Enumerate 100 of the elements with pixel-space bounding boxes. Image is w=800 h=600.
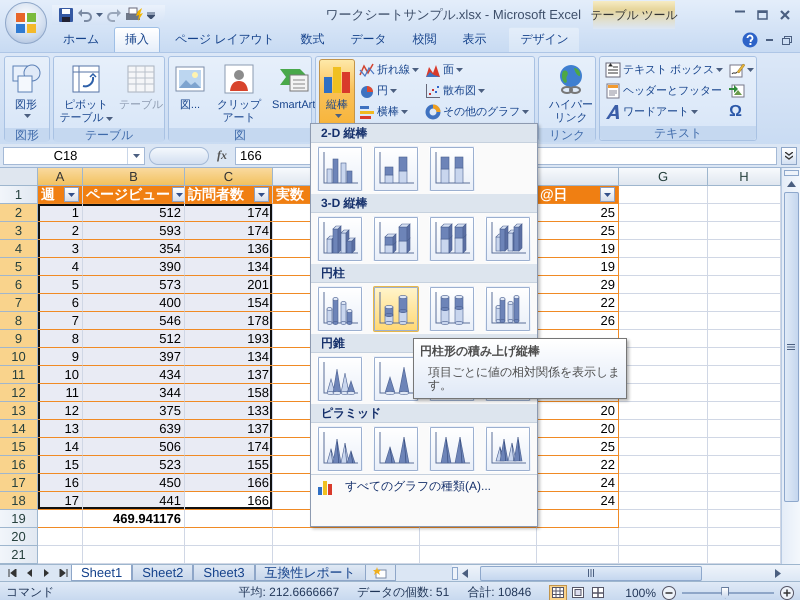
row-header[interactable]: 16 bbox=[0, 456, 38, 474]
ribbon-button[interactable]: 横棒 bbox=[357, 101, 410, 122]
column-header[interactable]: H bbox=[708, 168, 781, 186]
ribbon-button[interactable]: 面 bbox=[423, 59, 465, 80]
ribbon-tab[interactable]: ホーム bbox=[52, 27, 110, 52]
chart-type-button[interactable] bbox=[373, 146, 419, 192]
ribbon-button[interactable]: SmartArt bbox=[270, 59, 318, 126]
table-cell: 6 bbox=[38, 294, 83, 312]
ribbon-tab[interactable]: デザイン bbox=[509, 27, 580, 52]
insert-function-button[interactable]: fx bbox=[213, 148, 231, 163]
chart-type-button[interactable] bbox=[317, 356, 363, 402]
ribbon-button[interactable]: ワードアート bbox=[603, 101, 700, 122]
chart-type-button[interactable] bbox=[485, 426, 531, 472]
scrollbar-thumb[interactable] bbox=[480, 566, 702, 580]
row-header[interactable]: 7 bbox=[0, 294, 38, 312]
ribbon-tab[interactable]: 挿入 bbox=[114, 27, 160, 52]
row-header[interactable]: 9 bbox=[0, 330, 38, 348]
filter-button[interactable] bbox=[254, 187, 269, 202]
scroll-right-icon[interactable] bbox=[774, 568, 782, 578]
view-button[interactable] bbox=[549, 584, 568, 600]
chart-type-button[interactable] bbox=[373, 216, 419, 262]
chart-type-button[interactable] bbox=[485, 216, 531, 262]
filter-button[interactable] bbox=[64, 187, 79, 202]
zoom-level[interactable]: 100% bbox=[625, 586, 656, 600]
caret-icon bbox=[522, 110, 529, 114]
row-header[interactable]: 10 bbox=[0, 348, 38, 366]
scroll-left-icon[interactable] bbox=[461, 568, 469, 578]
ribbon-tab[interactable]: 数式 bbox=[289, 27, 336, 52]
split-box-handle[interactable] bbox=[452, 566, 458, 580]
chart-type-button[interactable] bbox=[429, 146, 475, 192]
sheet-tab[interactable]: Sheet3 bbox=[193, 565, 255, 581]
row-header[interactable]: 21 bbox=[0, 546, 38, 564]
scrollbar-thumb[interactable] bbox=[784, 192, 798, 502]
ribbon-button[interactable]: ヘッダーとフッター bbox=[603, 80, 724, 101]
row-header[interactable]: 20 bbox=[0, 528, 38, 546]
filter-button[interactable] bbox=[600, 187, 615, 202]
filter-button[interactable] bbox=[172, 187, 184, 202]
previous-sheet-icon[interactable] bbox=[25, 569, 34, 577]
row-header[interactable]: 1 bbox=[0, 186, 38, 204]
zoom-in-icon[interactable] bbox=[780, 586, 794, 600]
chart-type-button[interactable] bbox=[429, 216, 475, 262]
ribbon-button[interactable]: 円 bbox=[357, 80, 399, 101]
chart-type-button[interactable] bbox=[485, 286, 531, 332]
chart-type-button[interactable] bbox=[429, 286, 475, 332]
ribbon-tab[interactable]: ページ レイアウト bbox=[164, 27, 286, 52]
ribbon-button[interactable]: 図... bbox=[172, 59, 208, 126]
row-header[interactable]: 17 bbox=[0, 474, 38, 492]
chart-type-button[interactable] bbox=[317, 426, 363, 472]
row-header[interactable]: 13 bbox=[0, 402, 38, 420]
next-sheet-icon[interactable] bbox=[42, 569, 51, 577]
ribbon-button[interactable]: その他のグラフ bbox=[423, 101, 531, 122]
splitter-handle[interactable] bbox=[149, 146, 209, 164]
ribbon-button[interactable]: 縦棒 bbox=[319, 59, 355, 126]
ribbon-button[interactable]: 折れ線 bbox=[357, 59, 421, 80]
first-sheet-icon[interactable] bbox=[8, 569, 17, 577]
chart-type-button[interactable] bbox=[429, 426, 475, 472]
name-box[interactable]: C18 bbox=[3, 146, 145, 164]
zoom-out-icon[interactable] bbox=[662, 586, 676, 600]
column-header[interactable]: A bbox=[38, 168, 83, 186]
row-header[interactable]: 18 bbox=[0, 492, 38, 510]
chart-type-button[interactable] bbox=[373, 286, 419, 332]
ribbon-tab[interactable]: 校閲 bbox=[401, 27, 448, 52]
slider-thumb[interactable] bbox=[721, 586, 730, 598]
row-header[interactable]: 11 bbox=[0, 366, 38, 384]
sheet-tab[interactable]: Sheet1 bbox=[71, 565, 132, 581]
last-sheet-icon[interactable] bbox=[59, 569, 68, 577]
ribbon-button[interactable]: Ω bbox=[727, 101, 744, 122]
sheet-tab[interactable]: 互換性レポート bbox=[254, 565, 366, 581]
caret-icon bbox=[456, 68, 463, 72]
office-button[interactable] bbox=[5, 2, 47, 44]
ribbon-button[interactable]: ピボットテーブル bbox=[57, 59, 115, 126]
split-box-handle[interactable] bbox=[784, 170, 798, 176]
insert-sheet-tab[interactable] bbox=[364, 565, 396, 581]
sheet-tab[interactable]: Sheet2 bbox=[132, 565, 194, 581]
ribbon-button[interactable]: テキスト ボックス bbox=[603, 59, 726, 80]
row-header[interactable]: 6 bbox=[0, 276, 38, 294]
row-header[interactable]: 12 bbox=[0, 384, 38, 402]
row-header[interactable]: 3 bbox=[0, 222, 38, 240]
row-header[interactable]: 4 bbox=[0, 240, 38, 258]
row-header[interactable]: 2 bbox=[0, 204, 38, 222]
expand-button[interactable] bbox=[781, 146, 797, 164]
chart-type-button[interactable] bbox=[317, 286, 363, 332]
ribbon-button[interactable]: ハイパーリンク bbox=[542, 59, 600, 126]
ribbon-button[interactable]: 散布図 bbox=[423, 80, 487, 101]
row-header[interactable]: 5 bbox=[0, 258, 38, 276]
ribbon-button[interactable]: 図形 bbox=[8, 59, 44, 126]
ribbon-button[interactable]: クリップアート bbox=[210, 59, 268, 126]
chart-type-button[interactable] bbox=[317, 216, 363, 262]
chart-type-button[interactable] bbox=[373, 426, 419, 472]
column-header[interactable]: B bbox=[83, 168, 185, 186]
all-chart-types-item[interactable]: すべてのグラフの種類(A)... bbox=[311, 474, 537, 498]
ribbon-tab[interactable]: データ bbox=[339, 27, 398, 52]
row-header[interactable]: 8 bbox=[0, 312, 38, 330]
row-header[interactable]: 15 bbox=[0, 438, 38, 456]
row-header[interactable]: 19 bbox=[0, 510, 38, 528]
column-header[interactable]: C bbox=[185, 168, 273, 186]
ribbon-tab[interactable]: 表示 bbox=[451, 27, 498, 52]
row-header[interactable]: 14 bbox=[0, 420, 38, 438]
column-header[interactable]: G bbox=[619, 168, 708, 186]
chart-type-button[interactable] bbox=[317, 146, 363, 192]
